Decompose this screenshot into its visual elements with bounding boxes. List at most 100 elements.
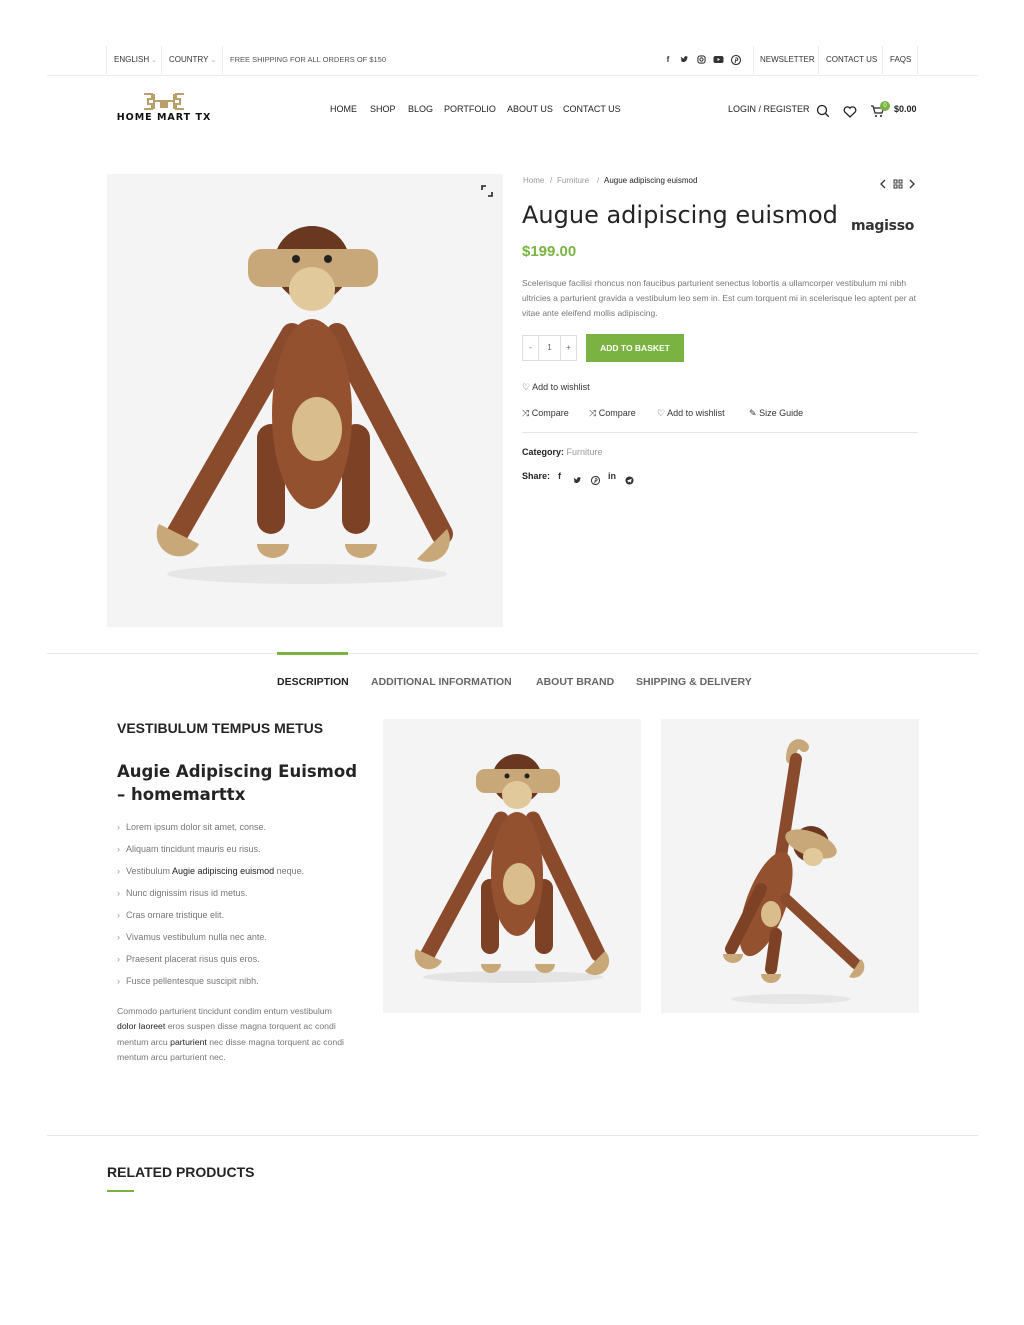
shuffle-icon: ⤨ [589,408,597,418]
pinterest-icon[interactable] [730,54,742,66]
tab-about-brand[interactable]: ABOUT BRAND [536,676,614,688]
nav-contact-us[interactable]: CONTACT US [563,104,621,114]
nav-about-us[interactable]: ABOUT US [507,104,553,114]
heart-icon: ♡ [657,408,666,418]
qty-minus-button[interactable]: - [522,335,539,361]
tab-additional-information[interactable]: ADDITIONAL INFORMATION [371,676,512,688]
twitter-icon[interactable] [679,55,689,65]
description-heading: VESTIBULUM TEMPUS METUS [117,720,324,736]
chevron-right-icon: › [117,976,120,986]
newsletter-link[interactable]: NEWSLETTER [760,46,815,74]
breadcrumb-furniture[interactable]: Furniture [557,176,589,185]
search-icon[interactable] [816,104,830,123]
chevron-right-icon: › [117,954,120,964]
facebook-icon[interactable]: f [663,55,673,65]
next-product-icon[interactable] [908,176,916,194]
product-category: Category: Furniture [522,447,603,457]
grid-icon[interactable] [893,176,903,194]
brand-logo[interactable]: magisso [851,218,914,234]
list-item: › Nunc dignissim risus id metus. [117,888,248,898]
pinterest-icon[interactable] [590,472,601,490]
list-item: › Lorem ipsum dolor sit amet, conse. [117,822,266,832]
wishlist-label: Add to wishlist [667,408,725,418]
list-item: › Vestibulum Augie adipiscing euismod neq… [117,866,304,876]
shuffle-icon: ⤨ [522,408,530,418]
nav-home[interactable]: HOME [330,104,357,114]
nav-blog[interactable]: BLOG [408,104,433,114]
divider [882,46,883,74]
chevron-right-icon: › [117,822,120,832]
list-item-text: neque. [274,866,305,876]
chevron-down-icon: ⌄ [210,57,217,64]
list-item-text: Aliquam tincidunt mauris eu risus. [126,844,261,854]
contact-us-link[interactable]: CONTACT US [826,46,877,74]
list-item-text: Vestibulum [126,866,173,876]
ruler-icon: ✎ [749,408,757,418]
size-guide-label: Size Guide [759,408,804,418]
heading-underline [107,1190,134,1192]
breadcrumb-home[interactable]: Home [523,176,544,185]
nav-shop[interactable]: SHOP [370,104,396,114]
faqs-link[interactable]: FAQS [890,46,911,74]
size-guide-link[interactable]: ✎ Size Guide [749,408,803,419]
logo-text: HOME MART TX [116,112,212,123]
qty-input[interactable]: 1 [538,335,561,361]
description-subheading: Augie Adipiscing Euismod – homemarttx [117,762,358,804]
divider [522,432,918,433]
add-to-wishlist-link[interactable]: ♡ Add to wishlist [522,382,590,393]
breadcrumb-separator: / [550,176,553,185]
twitter-icon[interactable] [573,472,582,490]
compare-label: Compare [598,408,636,418]
chevron-right-icon: › [117,866,120,876]
share-label: Share: [522,471,551,481]
list-item-text: Nunc dignissim risus id metus. [126,888,248,898]
login-register-link[interactable]: LOGIN / REGISTER [728,104,810,114]
site-logo[interactable]: HOME MART TX [114,92,214,124]
chevron-right-icon: › [117,844,120,854]
tab-shipping-delivery[interactable]: SHIPPING & DELIVERY [636,676,752,688]
divider [47,653,978,654]
category-label: Category: [522,447,565,457]
category-link[interactable]: Furniture [567,447,603,457]
list-item-text: Praesent placerat risus quis eros. [126,954,260,964]
add-to-wishlist-link[interactable]: ♡ Add to wishlist [657,408,725,419]
list-item-text: Lorem ipsum dolor sit amet, conse. [126,822,267,832]
cart-count-badge: 0 [880,101,890,111]
cart-total[interactable]: $0.00 [894,104,917,114]
nav-portfolio[interactable]: PORTFOLIO [444,104,496,114]
paragraph-emphasis: parturient [170,1036,207,1047]
breadcrumb-current: Augue adipiscing euismod [604,176,698,185]
telegram-icon[interactable] [625,472,634,490]
product-short-description: Scelerisque facilisi rhoncus non faucibu… [522,278,917,318]
compare-link[interactable]: ⤨ Compare [589,408,636,419]
list-item-text: Fusce pellentesque suscipit nibh. [126,976,259,986]
country-selector[interactable]: COUNTRY ⌄ [169,46,216,74]
description-paragraph: Commodo parturient tincidunt condim entu… [117,1004,353,1065]
tab-description[interactable]: DESCRIPTION [277,676,349,688]
add-to-basket-button[interactable]: ADD TO BASKET [586,334,684,362]
instagram-icon[interactable] [696,55,706,65]
language-label: ENGLISH [114,55,150,64]
divider [818,46,819,74]
language-selector[interactable]: ENGLISH ⌄ [114,46,157,74]
active-tab-indicator [277,652,348,655]
compare-label: Compare [531,408,569,418]
wishlist-label: Add to wishlist [532,382,590,392]
youtube-icon[interactable] [713,55,724,65]
list-item: › Aliquam tincidunt mauris eu risus. [117,844,261,854]
divider [47,1135,978,1136]
heart-icon[interactable] [843,105,857,123]
compare-link[interactable]: ⤨ Compare [522,408,569,419]
linkedin-icon[interactable]: in [608,471,616,481]
fullscreen-icon[interactable] [481,184,493,197]
top-bar: ENGLISH ⌄ COUNTRY ⌄ FREE SHIPPING FOR ALL … [47,46,978,76]
product-image-monkey [156,226,453,584]
prev-product-icon[interactable] [879,176,887,194]
country-label: COUNTRY [169,55,209,64]
product-gallery[interactable] [107,174,503,627]
chevron-right-icon: › [117,888,120,898]
facebook-icon[interactable]: f [558,471,561,481]
list-item: › Cras ornare tristique elit. [117,910,224,920]
list-item-text: Cras ornare tristique elit. [126,910,225,920]
qty-plus-button[interactable]: + [560,335,577,361]
